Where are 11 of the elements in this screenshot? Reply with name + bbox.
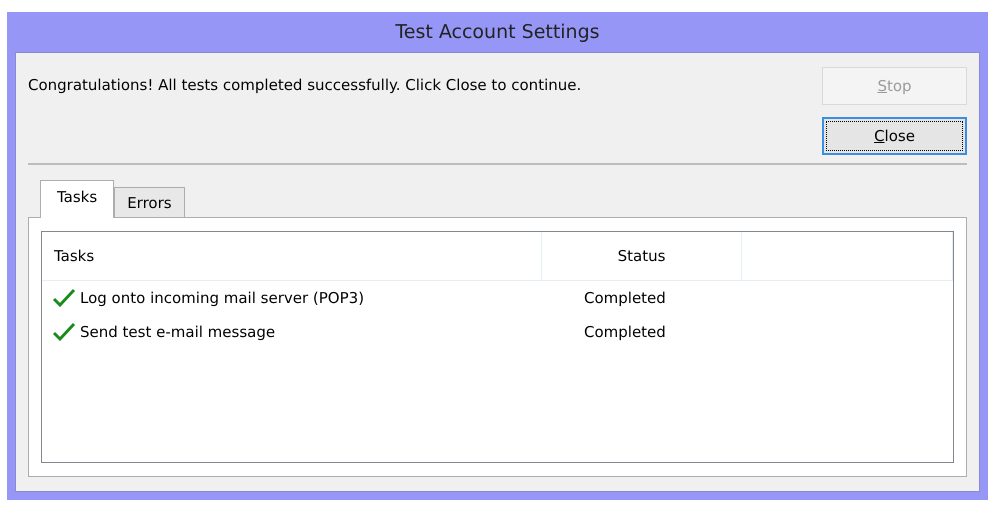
task-status: Completed	[583, 289, 667, 307]
column-header[interactable]: Status	[542, 232, 742, 280]
task-status: Completed	[583, 323, 667, 341]
status-message: Congratulations! All tests completed successfully. Click Close to continue.	[28, 75, 582, 96]
column-header[interactable]: Tasks	[42, 232, 542, 280]
tab[interactable]: Tasks	[40, 180, 114, 218]
window-title: Test Account Settings	[394, 20, 601, 45]
task-name: Send test e-mail message	[80, 323, 276, 341]
close-button[interactable]: Close	[822, 117, 967, 155]
task-name: Log onto incoming mail server (POP3)	[80, 289, 364, 307]
tab[interactable]: Errors	[114, 187, 185, 217]
